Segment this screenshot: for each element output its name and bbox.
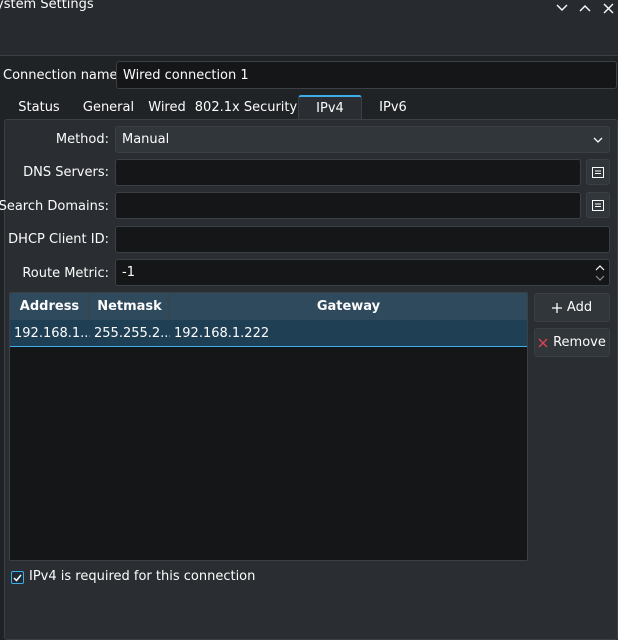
tab-wired[interactable]: Wired: [138, 95, 196, 119]
search-domains-edit-button[interactable]: [586, 192, 610, 218]
chevron-up-icon: [579, 5, 591, 12]
table-header: Address Netmask Gateway: [10, 293, 527, 320]
column-header-netmask[interactable]: Netmask: [90, 293, 170, 320]
cell-address[interactable]: 192.168.1....: [10, 320, 90, 347]
connection-name-value: Wired connection 1: [123, 67, 249, 83]
list-edit-icon: [592, 199, 604, 211]
window-titlebar: ystem Settings: [0, 0, 618, 20]
list-edit-icon: [592, 166, 604, 178]
chevron-down-icon: [556, 4, 568, 11]
add-button[interactable]: Add: [534, 293, 610, 322]
route-metric-spinbox[interactable]: -1: [115, 259, 610, 286]
window-title: ystem Settings: [0, 0, 94, 12]
tab-status[interactable]: Status: [8, 95, 70, 119]
cell-netmask[interactable]: 255.255.2...: [90, 320, 170, 347]
dns-servers-input[interactable]: [115, 159, 581, 186]
tab-ipv6[interactable]: IPv6: [362, 95, 424, 119]
table-row[interactable]: 192.168.1.... 255.255.2... 192.168.1.222: [10, 320, 527, 347]
column-header-address[interactable]: Address: [10, 293, 90, 320]
connection-name-label: Connection name:: [3, 68, 122, 83]
close-icon: [603, 3, 613, 13]
checkmark-icon: [13, 574, 22, 582]
plus-icon: [551, 302, 562, 313]
search-domains-input[interactable]: [115, 192, 581, 219]
cell-gateway[interactable]: 192.168.1.222: [170, 320, 527, 347]
dhcp-client-id-input[interactable]: [115, 226, 610, 253]
ipv4-required-checkbox[interactable]: [11, 571, 24, 584]
dns-servers-edit-button[interactable]: [586, 159, 610, 185]
chevron-down-icon: [593, 137, 603, 143]
tab-ipv4[interactable]: IPv4: [298, 95, 362, 119]
toolbar-area: [0, 20, 618, 56]
tab-802-1x-security[interactable]: 802.1x Security: [194, 95, 298, 119]
dhcp-client-id-label: DHCP Client ID:: [8, 232, 109, 247]
method-value: Manual: [122, 132, 170, 147]
route-metric-label: Route Metric:: [22, 266, 109, 281]
ipv4-required-label[interactable]: IPv4 is required for this connection: [29, 569, 255, 584]
method-select[interactable]: Manual: [115, 126, 610, 153]
minimize-button[interactable]: [554, 0, 570, 16]
route-metric-value: -1: [122, 265, 135, 280]
close-button[interactable]: [600, 0, 616, 16]
remove-button[interactable]: Remove: [534, 328, 610, 357]
connection-name-input[interactable]: Wired connection 1: [116, 61, 617, 89]
tab-general[interactable]: General: [70, 95, 147, 119]
maximize-button[interactable]: [577, 0, 593, 16]
method-label: Method:: [55, 132, 109, 147]
column-header-gateway[interactable]: Gateway: [170, 293, 527, 320]
dns-servers-label: DNS Servers:: [23, 165, 109, 180]
search-domains-label: Search Domains:: [0, 199, 109, 214]
address-table[interactable]: Address Netmask Gateway 192.168.1.... 25…: [9, 292, 528, 561]
spin-arrows-icon: [595, 265, 605, 281]
remove-x-icon: [538, 338, 548, 347]
